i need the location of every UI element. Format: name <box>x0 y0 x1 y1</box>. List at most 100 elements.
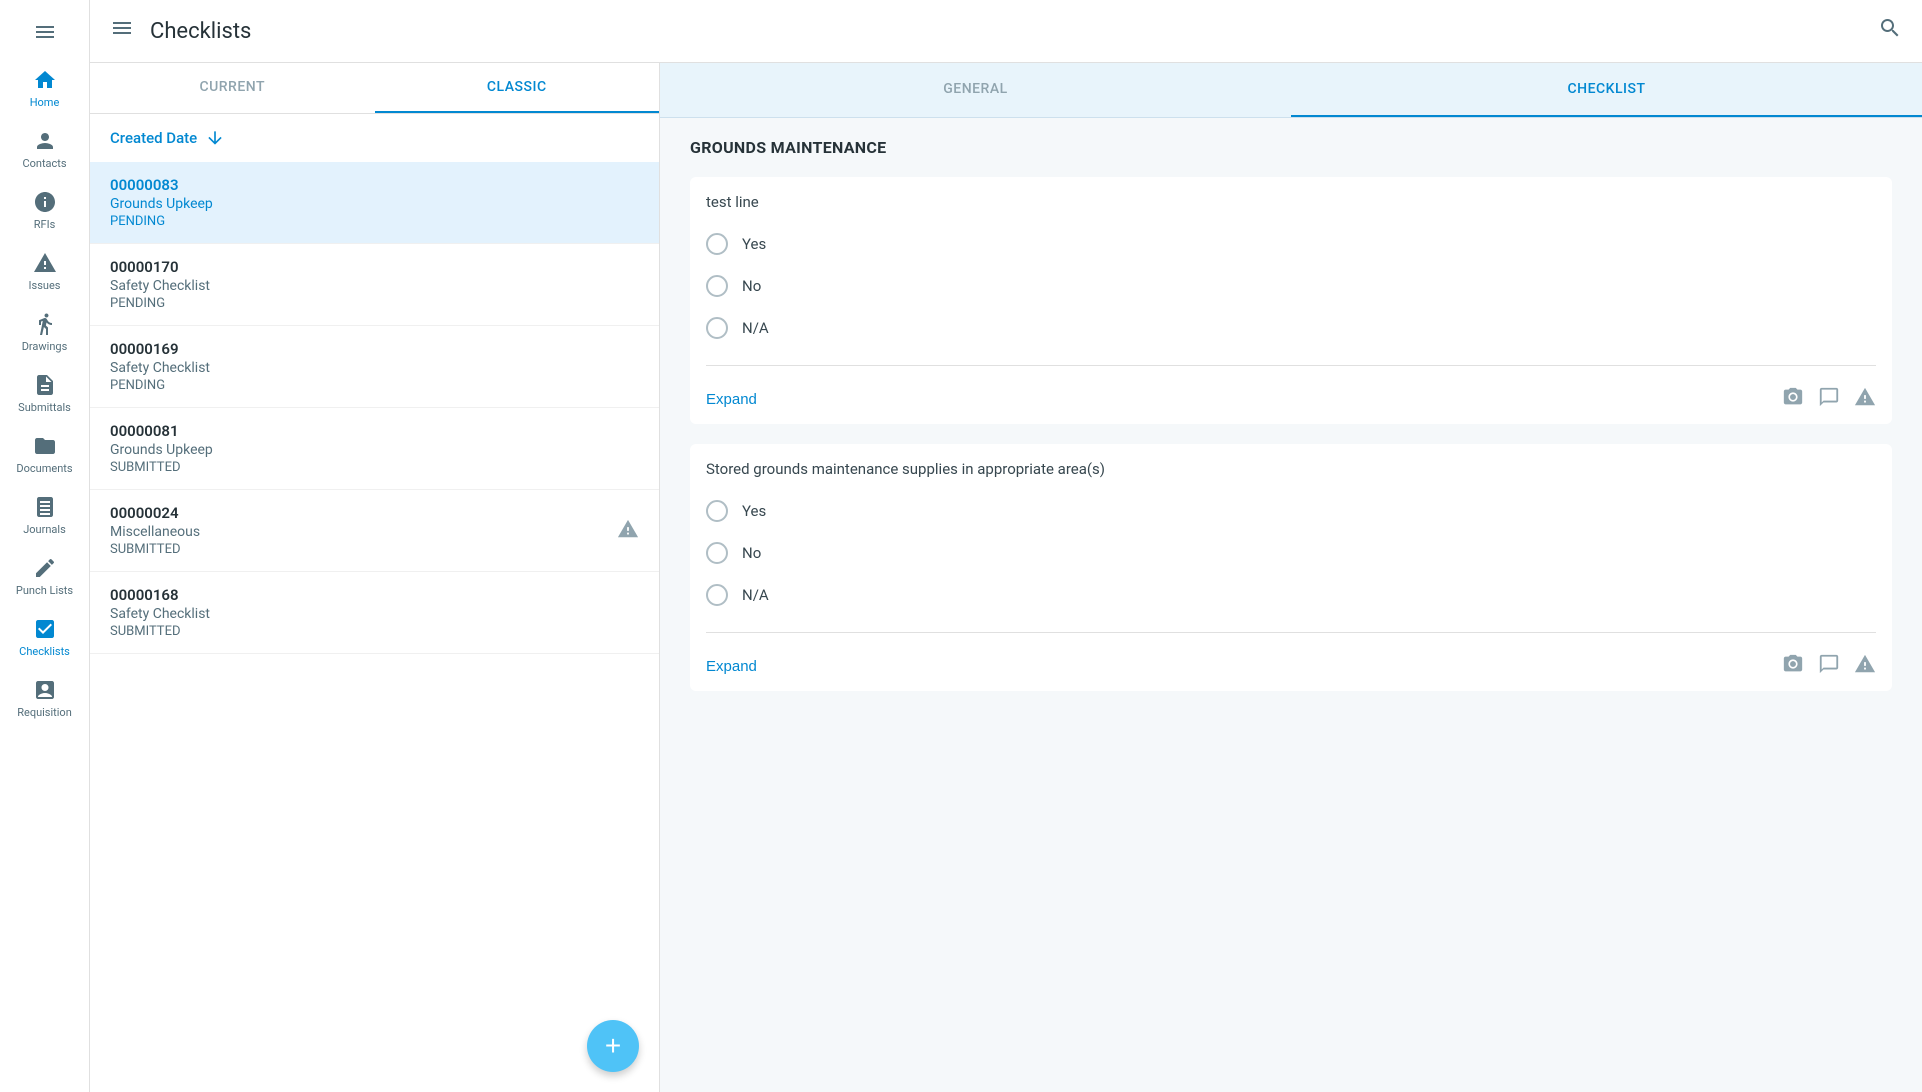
flag-icon[interactable] <box>1854 386 1876 412</box>
tab-current[interactable]: CURRENT <box>90 63 375 113</box>
radio-circle <box>706 542 728 564</box>
radio-label: No <box>742 277 761 295</box>
tab-general[interactable]: GENERAL <box>660 63 1291 117</box>
sidebar-label-home: Home <box>30 96 60 109</box>
sidebar-item-issues[interactable]: Issues <box>0 241 89 302</box>
radio-group: Yes No N/A <box>706 223 1876 357</box>
right-content: GROUNDS MAINTENANCE test line Yes No <box>660 118 1922 1092</box>
drawings-icon <box>33 312 57 336</box>
home-icon <box>33 68 57 92</box>
sidebar-label-issues: Issues <box>29 279 61 292</box>
sidebar-item-requisition[interactable]: Requisition <box>0 668 89 729</box>
checklist-id: 00000081 <box>110 422 639 440</box>
contacts-icon <box>33 129 57 153</box>
left-tabs: CURRENT CLASSIC <box>90 63 659 114</box>
checklist-id: 00000083 <box>110 176 639 194</box>
radio-option-no[interactable]: No <box>706 532 1876 574</box>
documents-icon <box>33 434 57 458</box>
radio-option-yes[interactable]: Yes <box>706 490 1876 532</box>
checklist-block: Stored grounds maintenance supplies in a… <box>690 444 1892 691</box>
sort-label: Created Date <box>110 129 197 147</box>
sidebar-item-journals[interactable]: Journals <box>0 485 89 546</box>
divider <box>706 632 1876 633</box>
radio-circle <box>706 584 728 606</box>
radio-label: No <box>742 544 761 562</box>
checklist-name: Miscellaneous <box>110 524 639 540</box>
expand-row: Expand <box>706 641 1876 691</box>
page-title: Checklists <box>150 19 251 44</box>
radio-option-yes[interactable]: Yes <box>706 223 1876 265</box>
sidebar-item-contacts[interactable]: Contacts <box>0 119 89 180</box>
requisition-icon <box>33 678 57 702</box>
fab-icon: + <box>605 1030 621 1062</box>
list-item[interactable]: 00000024 Miscellaneous SUBMITTED <box>90 490 659 572</box>
camera-icon[interactable] <box>1782 653 1804 679</box>
expand-button[interactable]: Expand <box>706 658 757 675</box>
right-tabs: GENERAL CHECKLIST <box>660 63 1922 118</box>
checklists-icon <box>33 617 57 641</box>
radio-option-na[interactable]: N/A <box>706 307 1876 349</box>
radio-label: Yes <box>742 235 766 253</box>
sort-row[interactable]: Created Date <box>90 114 659 162</box>
checklist-name: Grounds Upkeep <box>110 196 639 212</box>
checklist-name: Safety Checklist <box>110 360 639 376</box>
search-icon <box>1878 16 1902 40</box>
checklist-id: 00000169 <box>110 340 639 358</box>
menu-toggle[interactable] <box>110 16 134 46</box>
tab-classic[interactable]: CLASSIC <box>375 63 660 113</box>
sidebar-item-submittals[interactable]: Submittals <box>0 363 89 424</box>
radio-option-no[interactable]: No <box>706 265 1876 307</box>
sidebar-label-checklists: Checklists <box>19 645 70 658</box>
comment-icon[interactable] <box>1818 653 1840 679</box>
tab-checklist[interactable]: CHECKLIST <box>1291 63 1922 117</box>
sidebar: Home Contacts RFIs Issues Drawings Submi… <box>0 0 90 1092</box>
list-item[interactable]: 00000168 Safety Checklist SUBMITTED <box>90 572 659 654</box>
sidebar-item-punchlists[interactable]: Punch Lists <box>0 546 89 607</box>
comment-icon[interactable] <box>1818 386 1840 412</box>
radio-circle <box>706 275 728 297</box>
expand-row: Expand <box>706 374 1876 424</box>
camera-icon[interactable] <box>1782 386 1804 412</box>
radio-circle <box>706 233 728 255</box>
sidebar-item-home[interactable]: Home <box>0 58 89 119</box>
list-item[interactable]: 00000169 Safety Checklist PENDING <box>90 326 659 408</box>
checklist-name: Safety Checklist <box>110 606 639 622</box>
sidebar-label-rfis: RFIs <box>34 218 56 231</box>
hamburger-icon <box>33 20 57 44</box>
add-checklist-button[interactable]: + <box>587 1020 639 1072</box>
checklist-status: PENDING <box>110 214 639 229</box>
sidebar-item-rfis[interactable]: RFIs <box>0 180 89 241</box>
checklist-id: 00000170 <box>110 258 639 276</box>
main-content: Checklists CURRENT CLASSIC Created Date <box>90 0 1922 1092</box>
sidebar-item-documents[interactable]: Documents <box>0 424 89 485</box>
checklist-list: 00000083 Grounds Upkeep PENDING 00000170… <box>90 162 659 1092</box>
sort-direction-icon <box>205 128 225 148</box>
list-item[interactable]: 00000083 Grounds Upkeep PENDING <box>90 162 659 244</box>
checklist-name: Grounds Upkeep <box>110 442 639 458</box>
checklist-id: 00000024 <box>110 504 639 522</box>
radio-label: N/A <box>742 586 769 604</box>
warning-icon <box>617 518 639 544</box>
hamburger-menu[interactable] <box>0 10 89 54</box>
top-header: Checklists <box>90 0 1922 63</box>
expand-button[interactable]: Expand <box>706 391 757 408</box>
content-split: CURRENT CLASSIC Created Date 00000083 Gr… <box>90 63 1922 1092</box>
sidebar-label-submittals: Submittals <box>18 401 71 414</box>
info-icon <box>33 190 57 214</box>
punchlists-icon <box>33 556 57 580</box>
sidebar-item-drawings[interactable]: Drawings <box>0 302 89 363</box>
journals-icon <box>33 495 57 519</box>
section-title: GROUNDS MAINTENANCE <box>690 138 1892 157</box>
radio-option-na[interactable]: N/A <box>706 574 1876 616</box>
sidebar-label-contacts: Contacts <box>22 157 66 170</box>
search-button[interactable] <box>1878 16 1902 46</box>
expand-icons <box>1782 653 1876 679</box>
list-item[interactable]: 00000170 Safety Checklist PENDING <box>90 244 659 326</box>
divider <box>706 365 1876 366</box>
checklist-block: test line Yes No N/A <box>690 177 1892 424</box>
list-item[interactable]: 00000081 Grounds Upkeep SUBMITTED <box>90 408 659 490</box>
flag-icon[interactable] <box>1854 653 1876 679</box>
checklist-name: Safety Checklist <box>110 278 639 294</box>
sidebar-item-checklists[interactable]: Checklists <box>0 607 89 668</box>
submittals-icon <box>33 373 57 397</box>
